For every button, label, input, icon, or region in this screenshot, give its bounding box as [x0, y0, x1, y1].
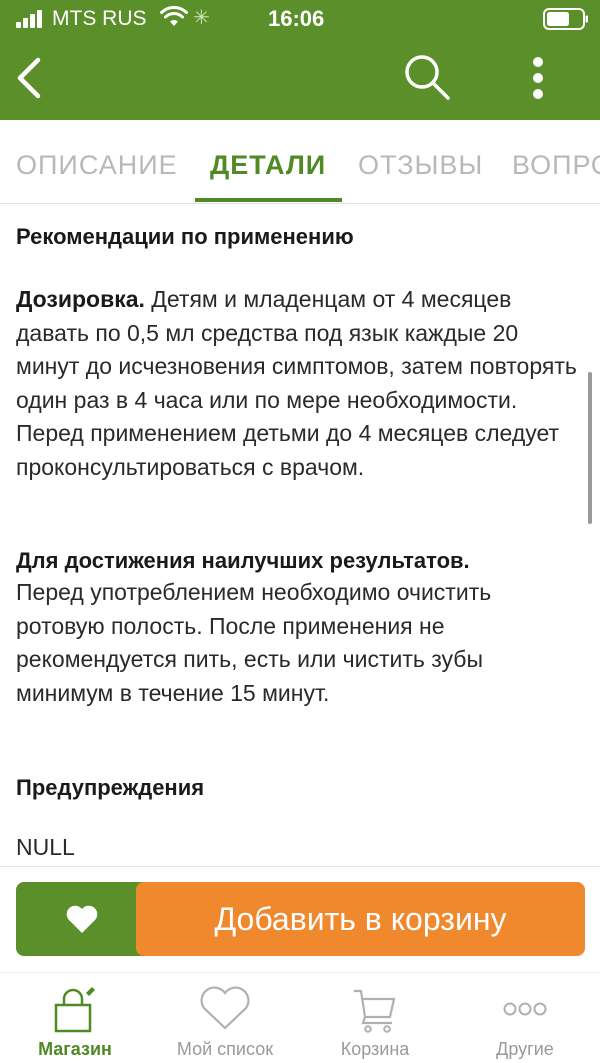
warnings-value: NULL [16, 834, 75, 860]
product-tabs: ОПИСАНИЕ ДЕТАЛИ ОТЗЫВЫ ВОПРОСЫ [0, 120, 600, 204]
more-vertical-icon [533, 57, 543, 99]
content-divider [0, 866, 600, 867]
app-header: MTS RUS ✳ 16:06 [0, 0, 600, 120]
warnings-title: Предупреждения [16, 775, 205, 800]
tab-description[interactable]: ОПИСАНИЕ [16, 150, 178, 181]
activity-spinner-icon: ✳ [193, 7, 210, 29]
add-to-cart-button[interactable]: Добавить в корзину [136, 882, 585, 956]
more-options-button[interactable] [520, 50, 556, 106]
battery-icon [543, 8, 588, 30]
more-horizontal-icon [503, 1002, 547, 1016]
tabbar-label-shop: Магазин [38, 1039, 112, 1059]
tab-questions[interactable]: ВОПРОСЫ [512, 150, 600, 181]
tabbar-label-cart: Корзина [340, 1039, 410, 1059]
usage-title: Рекомендации по применению [16, 224, 354, 249]
dosage-text: Детям и младенцам от 4 месяцев давать по… [16, 286, 577, 480]
best-results-text: Перед употреблением необходимо очистить … [16, 579, 492, 706]
add-to-favorites-button[interactable] [16, 882, 146, 956]
product-details-screen: MTS RUS ✳ 16:06 ОПИСАНИЕ ДЕТАЛИ ОТЗЫВЫ В… [0, 0, 600, 1063]
details-content: Рекомендации по применению Дозировка. Де… [16, 204, 586, 868]
search-icon [405, 55, 450, 100]
tab-reviews[interactable]: ОТЗЫВЫ [358, 150, 483, 181]
content-scrollbar[interactable] [588, 372, 592, 524]
tabbar-label-other: Другие [496, 1039, 554, 1059]
search-button[interactable] [400, 50, 456, 106]
active-tab-indicator [195, 198, 342, 202]
dosage-label: Дозировка. [16, 286, 145, 312]
dosage-paragraph: Дозировка. Детям и младенцам от 4 месяце… [16, 283, 584, 484]
tabbar-item-my-list[interactable]: Мой список [150, 973, 300, 1063]
tabbar-item-cart[interactable]: Корзина [300, 973, 450, 1063]
status-time: 16:06 [268, 6, 325, 31]
heart-outline-icon [200, 986, 250, 1030]
status-bar: MTS RUS ✳ 16:06 [0, 0, 600, 38]
shop-bag-icon [54, 987, 95, 1033]
wifi-icon [160, 6, 188, 26]
tabbar-item-shop[interactable]: Магазин [0, 973, 150, 1063]
back-button[interactable] [10, 52, 54, 104]
bottom-tab-bar: Магазин Мой список Корзина Другие [0, 972, 600, 1063]
carrier-name: MTS RUS [52, 7, 147, 30]
cart-icon [354, 989, 396, 1033]
signal-strength-icon [16, 10, 46, 28]
tabbar-label-my-list: Мой список [176, 1039, 274, 1059]
tabbar-item-other[interactable]: Другие [450, 973, 600, 1063]
chevron-left-icon [17, 57, 41, 99]
heart-icon [66, 905, 98, 933]
best-results-label: Для достижения наилучших результатов. [16, 548, 470, 573]
tab-details[interactable]: ДЕТАЛИ [210, 150, 326, 181]
